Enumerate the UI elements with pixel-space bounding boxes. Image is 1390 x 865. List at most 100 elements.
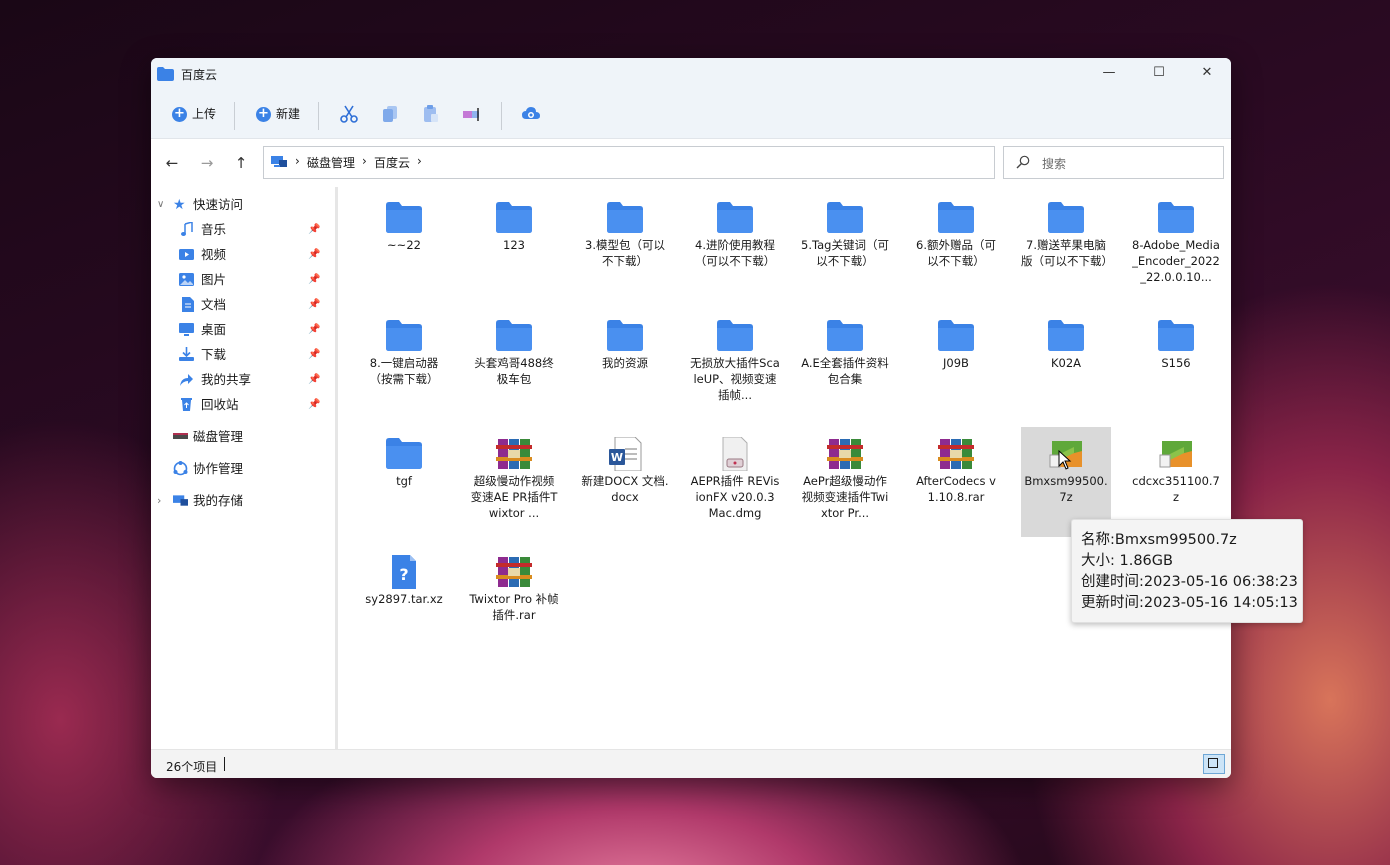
breadcrumb-baiduyun[interactable]: 百度云 [374,154,410,171]
file-name-label: 5.Tag关键词（可以不下载） [801,238,889,268]
sidebar-item-video[interactable]: 视频 📌 [179,245,349,265]
folder-item[interactable]: 8-Adobe_Media_Encoder_2022_22.0.0.10... [1131,191,1221,291]
share-icon [180,374,193,386]
cloud-icon[interactable] [521,104,541,124]
pin-icon[interactable]: 📌 [308,245,320,265]
file-name-label: 无损放大插件ScaleUP、视频变速插帧... [690,356,780,402]
rar-archive-icon [827,437,863,469]
breadcrumb-disk[interactable]: 磁盘管理 [307,154,355,171]
upload-button[interactable]: + 上传 [172,100,216,128]
folder-item[interactable]: 123 [469,191,559,291]
svg-text:W: W [611,451,623,464]
file-item[interactable]: W 新建DOCX 文档.docx [580,427,670,527]
copy-icon[interactable] [380,104,400,124]
pin-icon[interactable]: 📌 [308,370,320,390]
minimize-button[interactable]: — [1086,58,1132,88]
folder-item[interactable]: 我的资源 [580,309,670,409]
rar-archive-icon [938,437,974,469]
address-bar[interactable]: › 磁盘管理 › 百度云 › [263,146,995,179]
paste-icon[interactable] [421,104,441,124]
sidebar-item-music[interactable]: 音乐 📌 [179,220,349,240]
mouse-cursor-icon [1058,450,1072,470]
folder-icon [938,319,974,351]
pin-icon[interactable]: 📌 [308,320,320,340]
toolbar: + 上传 + 新建 [151,90,1231,139]
file-item[interactable]: AfterCodecs v1.10.8.rar [911,427,1001,527]
close-button[interactable]: ✕ [1184,58,1230,88]
file-name-label: tgf [396,474,412,488]
folder-item[interactable]: 3.模型包（可以不下载） [580,191,670,291]
chevron-right-icon[interactable]: › [157,491,161,511]
folder-item[interactable]: A.E全套插件资料包合集 [800,309,890,409]
sidebar-item-my-share[interactable]: 我的共享 📌 [179,370,349,390]
chevron-down-icon[interactable]: ∨ [157,195,164,215]
word-document-icon: W [607,436,643,472]
collaboration-icon [173,461,188,476]
sidebar-item-desktop[interactable]: 桌面 📌 [179,320,349,340]
new-button[interactable]: + 新建 [256,100,300,128]
pin-icon[interactable]: 📌 [308,295,320,315]
folder-item[interactable]: tgf [359,427,449,527]
tooltip-created: 创建时间:2023-05-16 06:38:23 [1081,574,1298,590]
sidebar-item-documents[interactable]: 文档 📌 [179,295,349,315]
file-name-label: ~~22 [387,238,421,252]
file-explorer-window: 百度云 — ☐ ✕ + 上传 + 新建 ← → ↑ › 磁盘管理 › 百度云 ›… [151,58,1231,778]
up-arrow-icon[interactable]: ↑ [231,153,251,173]
folder-item[interactable]: 6.额外赠品（可以不下载） [911,191,1001,291]
dmg-file-icon [717,436,753,472]
maximize-button[interactable]: ☐ [1136,58,1182,88]
folder-item[interactable]: 头套鸡哥488终极车包 [469,309,559,409]
sidebar-scrollbar[interactable] [335,187,338,749]
file-grid: ~~22 123 3.模型包（可以不下载） 4.进阶使用教程（可以不下载） 5.Tag关… [339,187,1231,749]
folder-item[interactable]: K02A [1021,309,1111,409]
cut-icon[interactable] [339,104,359,124]
folder-item[interactable]: 8.一键启动器（按需下载） [359,309,449,409]
recycle-bin-icon [181,398,192,411]
folder-item[interactable]: 5.Tag关键词（可以不下载） [800,191,890,291]
file-item[interactable]: AePr超级慢动作视频变速插件Twixtor Pr... [800,427,890,527]
folder-icon [496,201,532,233]
rename-icon[interactable] [462,104,482,124]
file-item[interactable]: Twixtor Pro 补帧插件.rar [469,545,559,645]
file-name-label: Bmxsm99500.7z [1024,474,1108,504]
7z-archive-icon [1158,437,1194,469]
folder-item[interactable]: ~~22 [359,191,449,291]
folder-icon [827,319,863,351]
back-arrow-icon[interactable]: ← [162,153,182,173]
folder-icon [157,67,174,81]
star-icon: ★ [173,197,186,213]
file-item[interactable]: AEPR插件 REVisionFX v20.0.3 Mac.dmg [690,427,780,527]
pin-icon[interactable]: 📌 [308,345,320,365]
sidebar-item-recycle-bin[interactable]: 回收站 📌 [179,395,349,415]
file-item[interactable]: 超级慢动作视频变速AE PR插件Twixtor ... [469,427,559,527]
pin-icon[interactable]: 📌 [308,270,320,290]
folder-icon [938,201,974,233]
computer-icon [271,156,287,167]
folder-icon [717,201,753,233]
folder-icon [1048,201,1084,233]
folder-item[interactable]: 无损放大插件ScaleUP、视频变速插帧... [690,309,780,409]
file-name-label: 8-Adobe_Media_Encoder_2022_22.0.0.10... [1132,238,1220,284]
forward-arrow-icon[interactable]: → [197,153,217,173]
search-input[interactable]: 搜索 [1003,146,1224,179]
file-name-label: AfterCodecs v1.10.8.rar [916,474,996,504]
sidebar-item-pictures[interactable]: 图片 📌 [179,270,349,290]
pin-icon[interactable]: 📌 [308,220,320,240]
view-toggle-button[interactable] [1203,754,1225,774]
plus-icon: + [256,107,271,122]
file-item[interactable]: ? sy2897.tar.xz [359,545,449,645]
pin-icon[interactable]: 📌 [308,395,320,415]
folder-item[interactable]: 4.进阶使用教程（可以不下载） [690,191,780,291]
folder-icon [607,201,643,233]
file-item[interactable]: cdcxc351100.7z [1131,427,1221,527]
folder-item[interactable]: 7.赠送苹果电脑版（可以不下载） [1021,191,1113,291]
folder-icon [386,437,422,469]
file-name-label: 新建DOCX 文档.docx [581,474,669,504]
folder-item[interactable]: J09B [911,309,1001,409]
file-tooltip: 名称:Bmxsm99500.7z 大小: 1.86GB 创建时间:2023-05… [1071,519,1303,623]
computer-icon [173,495,188,506]
sidebar-item-downloads[interactable]: 下载 📌 [179,345,349,365]
file-name-label: S156 [1161,356,1191,370]
video-icon [179,249,194,260]
folder-item[interactable]: S156 [1131,309,1221,409]
